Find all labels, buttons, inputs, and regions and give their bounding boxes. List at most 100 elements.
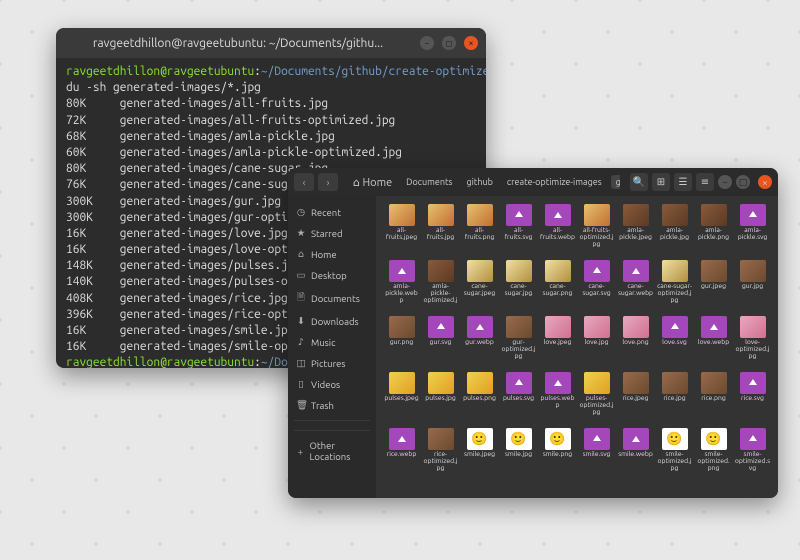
breadcrumb-generated-images[interactable]: generated-images — [611, 175, 620, 189]
close-button[interactable]: × — [464, 36, 478, 50]
file-item[interactable]: all-fruits.png — [460, 204, 499, 256]
file-item[interactable]: smile.webp — [616, 428, 655, 480]
sidebar-item-documents[interactable]: 🗎Documents — [288, 286, 376, 310]
terminal-titlebar[interactable]: ravgeetdhillon@ravgeetubuntu: ~/Document… — [56, 28, 486, 58]
file-item[interactable]: rice.svg — [733, 372, 772, 424]
file-item[interactable]: smile.jpg — [499, 428, 538, 480]
file-name-label: amla-pickle.svg — [735, 227, 771, 241]
file-thumbnail — [584, 260, 610, 282]
file-item[interactable]: love.png — [616, 316, 655, 368]
files-titlebar[interactable]: ‹ › ⌂ Home Documents github create-optimize… — [288, 168, 778, 196]
files-grid[interactable]: all-fruits.jpegall-fruits.jpgall-fruits.… — [376, 196, 778, 498]
files-maximize-button[interactable]: □ — [736, 175, 750, 189]
file-name-label: rice.jpeg — [622, 395, 648, 402]
file-thumbnail — [740, 316, 766, 338]
file-item[interactable]: amla-pickle.jpeg — [616, 204, 655, 256]
file-name-label: smile.svg — [583, 451, 611, 458]
file-name-label: all-fruits.jpeg — [384, 227, 420, 241]
file-item[interactable]: love.jpeg — [538, 316, 577, 368]
file-item[interactable]: pulses.svg — [499, 372, 538, 424]
file-item[interactable]: amla-pickle.webp — [382, 260, 421, 312]
view-list-icon[interactable]: ☰ — [674, 173, 692, 191]
sidebar-item-music[interactable]: ♪Music — [288, 332, 376, 352]
file-item[interactable]: all-fruits.svg — [499, 204, 538, 256]
file-thumbnail — [740, 260, 766, 282]
file-item[interactable]: rice.webp — [382, 428, 421, 480]
file-item[interactable]: pulses.png — [460, 372, 499, 424]
file-item[interactable]: love-optimized.jpg — [733, 316, 772, 368]
file-item[interactable]: love.webp — [694, 316, 733, 368]
sidebar-item-trash[interactable]: 🗑Trash — [288, 395, 376, 415]
file-item[interactable]: smile-optimized.svg — [733, 428, 772, 480]
file-item[interactable]: pulses.jpeg — [382, 372, 421, 424]
file-item[interactable]: gur.svg — [421, 316, 460, 368]
sidebar-item-videos[interactable]: ▯Videos — [288, 374, 376, 394]
file-item[interactable]: pulses.webp — [538, 372, 577, 424]
breadcrumb-home[interactable]: ⌂ Home — [348, 174, 397, 191]
file-item[interactable]: cane-sugar.webp — [616, 260, 655, 312]
file-item[interactable]: amla-pickle.svg — [733, 204, 772, 256]
file-name-label: pulses.png — [463, 395, 496, 402]
file-name-label: smile.png — [543, 451, 572, 458]
file-item[interactable]: amla-pickle.png — [694, 204, 733, 256]
sidebar-item-other-locations[interactable]: +Other Locations — [288, 436, 376, 466]
file-item[interactable]: rice-optimized.jpg — [421, 428, 460, 480]
file-item[interactable]: love.jpg — [577, 316, 616, 368]
file-item[interactable]: smile-optimized.jpg — [655, 428, 694, 480]
file-item[interactable]: smile-optimized.png — [694, 428, 733, 480]
forward-button[interactable]: › — [318, 173, 338, 191]
sidebar-item-desktop[interactable]: ▭Desktop — [288, 265, 376, 285]
file-item[interactable]: amla-pickle.jpg — [655, 204, 694, 256]
file-item[interactable]: gur.jpg — [733, 260, 772, 312]
files-close-button[interactable]: × — [758, 175, 772, 189]
file-item[interactable]: rice.jpeg — [616, 372, 655, 424]
breadcrumb-documents[interactable]: Documents — [401, 175, 457, 189]
file-item[interactable]: pulses-optimized.jpg — [577, 372, 616, 424]
file-item[interactable]: all-fruits-optimized.jpg — [577, 204, 616, 256]
file-item[interactable]: smile.jpeg — [460, 428, 499, 480]
view-grid-icon[interactable]: ⊞ — [652, 173, 670, 191]
file-thumbnail — [545, 316, 571, 338]
sidebar-item-home[interactable]: ⌂Home — [288, 244, 376, 264]
breadcrumb-github[interactable]: github — [461, 175, 497, 189]
sidebar-item-starred[interactable]: ★Starred — [288, 223, 376, 243]
file-name-label: cane-sugar.jpg — [501, 283, 537, 297]
sidebar-item-pictures[interactable]: ◫Pictures — [288, 353, 376, 373]
file-item[interactable]: all-fruits.jpeg — [382, 204, 421, 256]
file-item[interactable]: cane-sugar-optimized.jpg — [655, 260, 694, 312]
other locations-icon: + — [296, 446, 305, 457]
file-thumbnail — [428, 372, 454, 394]
file-item[interactable]: smile.svg — [577, 428, 616, 480]
back-button[interactable]: ‹ — [294, 173, 314, 191]
breadcrumb-create-optimize-images[interactable]: create-optimize-images — [502, 175, 607, 189]
file-item[interactable]: love.svg — [655, 316, 694, 368]
file-thumbnail — [623, 260, 649, 282]
file-thumbnail — [623, 372, 649, 394]
file-item[interactable]: cane-sugar.jpg — [499, 260, 538, 312]
maximize-button[interactable]: □ — [442, 36, 456, 50]
file-item[interactable]: rice.jpg — [655, 372, 694, 424]
file-item[interactable]: gur-optimized.jpg — [499, 316, 538, 368]
file-item[interactable]: smile.png — [538, 428, 577, 480]
file-name-label: gur.png — [390, 339, 414, 346]
file-item[interactable]: rice.png — [694, 372, 733, 424]
file-item[interactable]: all-fruits.jpg — [421, 204, 460, 256]
minimize-button[interactable]: – — [420, 36, 434, 50]
file-item[interactable]: all-fruits.webp — [538, 204, 577, 256]
file-item[interactable]: gur.jpeg — [694, 260, 733, 312]
sidebar-item-downloads[interactable]: ⬇Downloads — [288, 311, 376, 331]
file-name-label: gur-optimized.jpg — [501, 339, 537, 360]
file-item[interactable]: gur.png — [382, 316, 421, 368]
file-item[interactable]: pulses.jpg — [421, 372, 460, 424]
file-item[interactable]: cane-sugar.svg — [577, 260, 616, 312]
sidebar-item-recent[interactable]: ◷Recent — [288, 202, 376, 222]
file-item[interactable]: cane-sugar.png — [538, 260, 577, 312]
file-item[interactable]: cane-sugar.jpeg — [460, 260, 499, 312]
menu-icon[interactable]: ≡ — [696, 173, 714, 191]
files-minimize-button[interactable]: – — [718, 175, 732, 189]
search-icon[interactable]: 🔍 — [630, 173, 648, 191]
file-item[interactable]: gur.webp — [460, 316, 499, 368]
file-thumbnail — [467, 428, 493, 450]
file-item[interactable]: amla-pickle-optimized.jpg — [421, 260, 460, 312]
file-thumbnail — [389, 428, 415, 450]
